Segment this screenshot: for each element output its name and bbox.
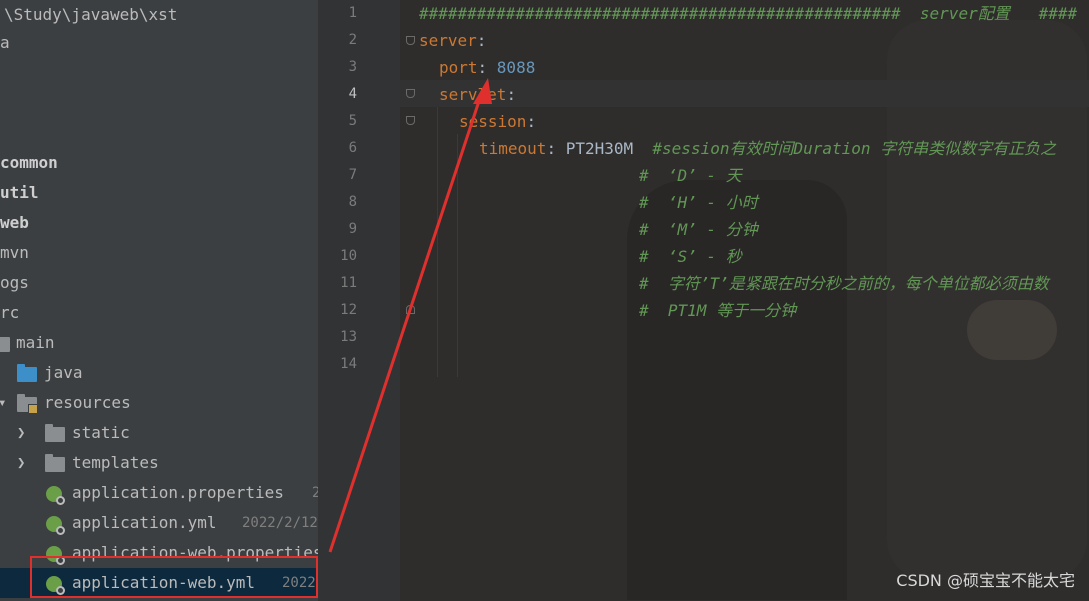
arrow-head — [473, 78, 492, 104]
annotation-arrow — [328, 78, 492, 553]
watermark: CSDN @硕宝宝不能太宅 — [896, 571, 1075, 590]
ide-window: \Study\javaweb\xst a common util web mvn… — [0, 0, 1089, 601]
arrow-line — [328, 91, 484, 553]
